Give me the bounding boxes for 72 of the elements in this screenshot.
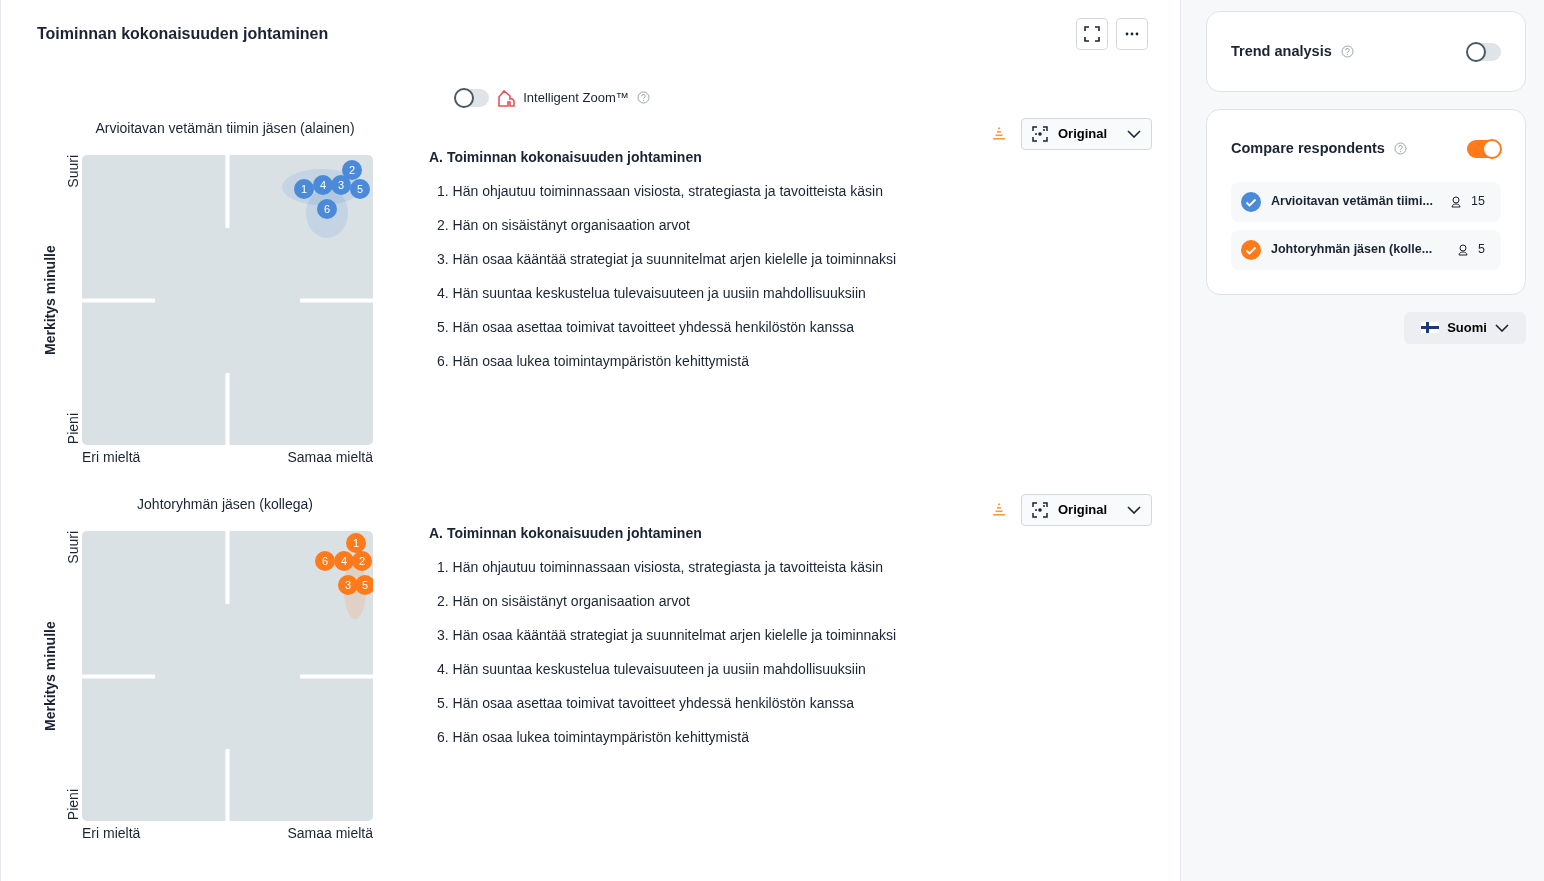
- compare-label: Compare respondents: [1231, 139, 1385, 158]
- group-name: Johtoryhmän jäsen (kolle...: [1271, 241, 1434, 259]
- cone-icon[interactable]: [993, 503, 1005, 516]
- question-item: 2. Hän on sisäistänyt organisaation arvot: [437, 591, 691, 611]
- flag-icon: [1421, 322, 1440, 334]
- toggle-switch[interactable]: [1467, 42, 1501, 61]
- x-axis-label: Eri mieltä: [82, 447, 141, 467]
- group-name: Arvioitavan vetämän tiimi...: [1271, 193, 1434, 211]
- chart-title: Arvioitavan vetämän tiimin jäsen (alainen): [94, 118, 356, 138]
- y-axis-label: Pieni: [64, 413, 82, 445]
- help-icon[interactable]: [1340, 45, 1354, 58]
- data-bubble[interactable]: 5: [350, 178, 370, 199]
- data-bubble[interactable]: 6: [315, 550, 335, 571]
- cone-icon[interactable]: [993, 127, 1005, 140]
- panel-title: Toiminnan kokonaisuuden johtaminen: [37, 24, 329, 44]
- question-item: 6. Hän osaa lukea toimintaympäristön kehittymistä: [437, 727, 751, 747]
- data-bubble[interactable]: 1: [294, 178, 314, 199]
- data-bubble[interactable]: 4: [313, 174, 333, 195]
- chevron-down-icon: [1127, 129, 1141, 138]
- y-axis-label: Pieni: [64, 789, 82, 821]
- y-axis-title: Merkitys minulle: [40, 243, 59, 357]
- fullscreen-icon: [1084, 26, 1100, 42]
- y-axis-title: Merkitys minulle: [40, 619, 59, 733]
- y-axis-label: Suuri: [64, 530, 82, 564]
- data-bubble[interactable]: 1: [346, 532, 366, 553]
- help-icon[interactable]: [1393, 142, 1407, 156]
- trend-label: Trend analysis: [1231, 41, 1332, 61]
- respondent-group[interactable]: Arvioitavan vetämän tiimi... 15: [1231, 181, 1501, 222]
- x-axis-label: Eri mieltä: [82, 823, 141, 843]
- person-icon: [1451, 195, 1462, 208]
- data-bubble[interactable]: 3: [338, 574, 358, 595]
- chevron-down-icon: [1127, 505, 1141, 514]
- data-bubble[interactable]: 4: [334, 550, 354, 571]
- chart-title: Johtoryhmän jäsen (kollega): [136, 494, 314, 514]
- toggle-switch[interactable]: [1467, 139, 1501, 158]
- chevron-down-icon: [1494, 323, 1509, 332]
- question-item: 5. Hän osaa asettaa toimivat tavoitteet yhdessä henkilöstön kanssa: [437, 693, 856, 713]
- question-heading: A. Toiminnan kokonaisuuden johtaminen: [429, 523, 703, 543]
- data-bubble[interactable]: 3: [331, 174, 351, 195]
- data-bubble[interactable]: 5: [355, 574, 373, 595]
- x-axis-label: Samaa mieltä: [287, 447, 373, 467]
- question-item: 4. Hän suuntaa keskustelua tulevaisuuteen ja uusiin mahdollisuuksiin: [437, 283, 867, 303]
- toggle-switch[interactable]: [455, 88, 490, 107]
- data-bubble[interactable]: 2: [342, 159, 362, 180]
- y-axis-label: Suuri: [64, 154, 82, 188]
- scatter-icon: [1032, 125, 1048, 142]
- zoom-label: Intelligent Zoom™: [523, 89, 629, 107]
- question-item: 5. Hän osaa asettaa toimivat tavoitteet yhdessä henkilöstön kanssa: [437, 317, 856, 337]
- checkbox[interactable]: [1241, 191, 1261, 212]
- data-bubble[interactable]: 2: [352, 550, 372, 571]
- more-button[interactable]: [1116, 18, 1148, 50]
- checkbox[interactable]: [1241, 239, 1261, 260]
- question-item: 1. Hän ohjautuu toiminnassaan visiosta, strategiasta ja tavoitteista käsin: [437, 557, 884, 577]
- respondent-count: 15: [1471, 193, 1485, 211]
- fullscreen-button[interactable]: [1076, 18, 1108, 50]
- view-dropdown[interactable]: Original: [1021, 117, 1152, 150]
- question-item: 6. Hän osaa lukea toimintaympäristön kehittymistä: [437, 351, 751, 371]
- x-axis-label: Samaa mieltä: [287, 823, 373, 843]
- help-icon[interactable]: [636, 91, 650, 105]
- respondent-count: 5: [1478, 241, 1485, 259]
- language-selector[interactable]: Suomi: [1404, 311, 1526, 344]
- question-item: 4. Hän suuntaa keskustelua tulevaisuuteen ja uusiin mahdollisuuksiin: [437, 659, 867, 679]
- question-item: 3. Hän osaa kääntää strategiat ja suunnitelmat arjen kielelle ja toiminnaksi: [437, 625, 898, 645]
- view-dropdown[interactable]: Original: [1021, 493, 1152, 526]
- scatter-icon: [1032, 501, 1048, 518]
- question-item: 1. Hän ohjautuu toiminnassaan visiosta, strategiasta ja tavoitteista käsin: [437, 181, 884, 201]
- data-bubble[interactable]: 6: [317, 198, 337, 219]
- question-item: 3. Hän osaa kääntää strategiat ja suunnitelmat arjen kielelle ja toiminnaksi: [437, 249, 898, 269]
- respondent-group[interactable]: Johtoryhmän jäsen (kolle... 5: [1231, 229, 1501, 270]
- question-item: 2. Hän on sisäistänyt organisaation arvot: [437, 215, 691, 235]
- person-icon: [1458, 243, 1469, 256]
- question-heading: A. Toiminnan kokonaisuuden johtaminen: [429, 147, 703, 167]
